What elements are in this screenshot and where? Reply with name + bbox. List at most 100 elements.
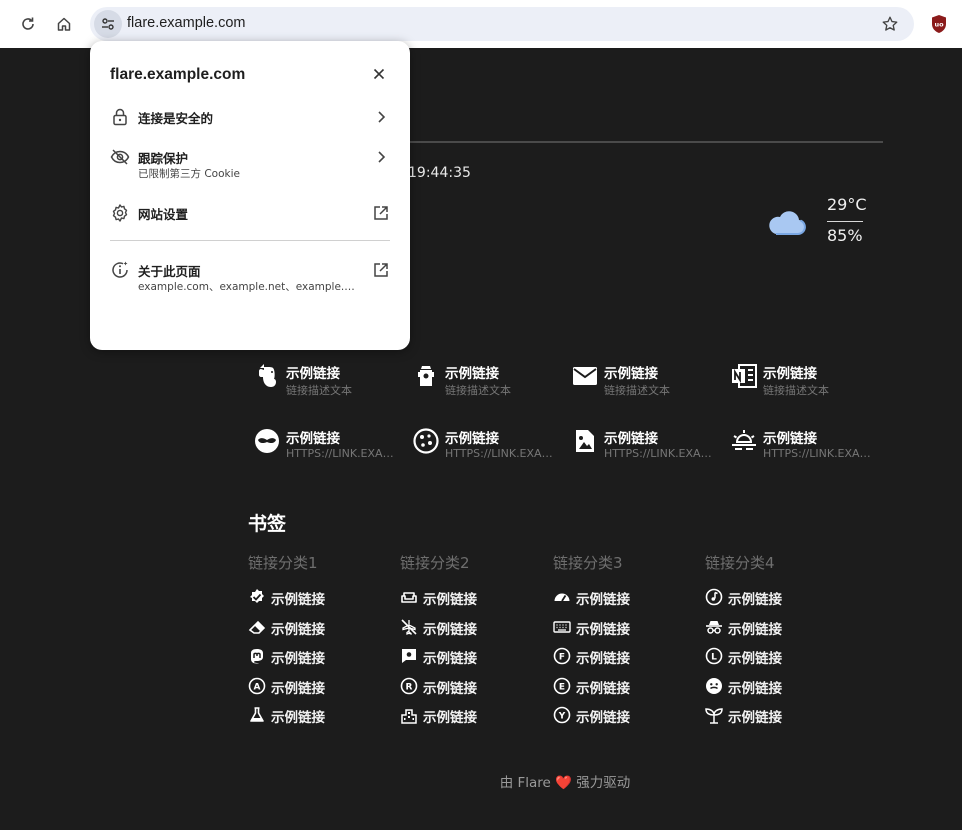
app-title: 示例链接	[604, 431, 658, 447]
mask-icon	[253, 427, 281, 455]
reload-icon[interactable]	[14, 10, 42, 38]
row-label: 跟踪保护	[138, 151, 189, 166]
close-icon[interactable]	[370, 65, 388, 83]
bookmark-label: 示例链接	[423, 651, 477, 667]
message-gear-icon	[402, 649, 416, 663]
bookmark-column: 链接分类4 示例链接 示例链接 L 示例链接 示例链接 示例链接	[705, 552, 855, 736]
bookmark-link[interactable]: 示例链接	[705, 706, 855, 736]
sofa-icon	[401, 592, 417, 603]
bookmark-category: 链接分类2	[400, 554, 470, 572]
bookmark-link[interactable]: Y 示例链接	[553, 706, 703, 736]
site-info-popup: flare.example.com 连接是安全的 跟踪保护 已限制第三方 Coo…	[90, 41, 410, 350]
bookmark-link[interactable]: F 示例链接	[553, 647, 703, 677]
bookmark-label: 示例链接	[728, 680, 782, 697]
fire-hydrant-icon	[412, 362, 440, 390]
heart-icon: ❤️	[555, 775, 572, 791]
site-info-icon[interactable]	[94, 10, 122, 38]
app-desc: HTTPS://LINK.EXAMPLE.COM	[604, 447, 719, 460]
cookie-icon	[412, 427, 440, 455]
gear-icon	[110, 203, 130, 223]
app-desc: HTTPS://LINK.EXAMPLE.COM	[445, 447, 560, 460]
app-link[interactable]: 示例链接 链接描述文本	[730, 360, 880, 400]
address-bar[interactable]: flare.example.com	[90, 7, 914, 41]
bookmark-link[interactable]: 示例链接	[400, 588, 550, 618]
bookmark-link[interactable]: A 示例链接	[248, 677, 398, 707]
app-desc: 链接描述文本	[445, 384, 511, 397]
about-page-row[interactable]: 关于此页面 example.com、example.net、example.or…	[110, 260, 392, 296]
bookmark-link[interactable]: 示例链接	[248, 647, 398, 677]
bookmark-label: 示例链接	[576, 680, 630, 697]
bookmark-link[interactable]: 示例链接	[248, 706, 398, 736]
open-external-icon	[372, 204, 390, 222]
row-label: 网站设置	[138, 207, 189, 222]
bookmark-label: 示例链接	[728, 621, 782, 638]
gauge-icon	[554, 593, 570, 602]
eye-off-icon	[110, 147, 130, 167]
music-note-icon	[705, 588, 723, 606]
bookmark-label: 示例链接	[271, 680, 325, 697]
bookmark-link[interactable]: 示例链接	[400, 647, 550, 677]
app-link[interactable]: 示例链接 链接描述文本	[571, 360, 721, 400]
bookmark-link[interactable]: R 示例链接	[400, 677, 550, 707]
bookmark-link[interactable]: 示例链接	[553, 618, 703, 648]
info-icon	[110, 260, 130, 280]
bookmark-label: 示例链接	[423, 592, 477, 608]
bookmark-category: 链接分类1	[248, 554, 318, 572]
site-settings-row[interactable]: 网站设置	[110, 203, 392, 225]
footer: 由 Flare ❤️ 强力驱动	[0, 771, 962, 791]
app-link[interactable]: 示例链接 链接描述文本	[253, 360, 403, 400]
svg-text:R: R	[406, 682, 413, 692]
bookmark-star-icon[interactable]	[878, 12, 902, 36]
popup-title: flare.example.com	[110, 66, 246, 83]
app-link[interactable]: 示例链接 HTTPS://LINK.EXAMPLE.COM	[412, 425, 562, 465]
bookmark-link[interactable]: 示例链接	[705, 618, 855, 648]
sprout-icon	[705, 708, 723, 724]
incognito-icon	[706, 620, 722, 634]
app-title: 示例链接	[763, 431, 817, 447]
bookmark-link[interactable]: 示例链接	[400, 618, 550, 648]
flask-icon	[250, 707, 264, 722]
keyboard-icon	[553, 620, 571, 633]
bookmark-label: 示例链接	[423, 621, 477, 638]
email-icon	[571, 362, 599, 390]
bookmark-link[interactable]: 示例链接	[248, 588, 398, 618]
app-link[interactable]: 示例链接 HTTPS://LINK.EXAMPLE.COM	[571, 425, 721, 465]
bookmarks-heading: 书签	[248, 513, 287, 535]
bookmark-link[interactable]: 示例链接	[553, 588, 703, 618]
app-link[interactable]: 示例链接 HTTPS://LINK.EXAMPLE.COM	[730, 425, 880, 465]
bookmark-label: 示例链接	[271, 621, 325, 638]
app-desc: 链接描述文本	[604, 384, 670, 397]
open-external-icon	[372, 261, 390, 279]
lock-icon	[110, 107, 130, 127]
row-label: 连接是安全的	[138, 111, 214, 126]
header-divider	[400, 141, 883, 143]
evernote-icon	[253, 362, 281, 390]
svg-text:F: F	[559, 653, 565, 663]
temperature: 29°C	[827, 195, 867, 214]
svg-text:uo: uo	[934, 21, 944, 29]
tracking-protection-row[interactable]: 跟踪保护 已限制第三方 Cookie	[110, 147, 392, 183]
verified-badge-icon	[250, 589, 264, 603]
bookmark-link[interactable]: 示例链接	[400, 706, 550, 736]
registered-icon: R	[400, 677, 418, 694]
app-link[interactable]: 示例链接 HTTPS://LINK.EXAMPLE.COM	[253, 425, 403, 465]
bookmark-link[interactable]: 示例链接	[705, 677, 855, 707]
bookmark-label: 示例链接	[423, 710, 477, 726]
app-link[interactable]: 示例链接 链接描述文本	[412, 360, 562, 400]
bookmark-link[interactable]: 示例链接	[705, 588, 855, 618]
url-text[interactable]: flare.example.com	[127, 15, 245, 31]
letter-l-circle-icon: L	[705, 647, 723, 665]
bookmark-link[interactable]: L 示例链接	[705, 647, 855, 677]
bookmark-label: 示例链接	[728, 592, 782, 608]
bookmark-link[interactable]: E 示例链接	[553, 677, 703, 707]
connection-secure-row[interactable]: 连接是安全的	[110, 107, 392, 129]
row-sublabel: example.com、example.net、example.org	[138, 281, 358, 293]
bookmark-label: 示例链接	[576, 651, 630, 667]
home-icon[interactable]	[50, 10, 78, 38]
bookmark-label: 示例链接	[576, 621, 630, 638]
bookmark-link[interactable]: 示例链接	[248, 618, 398, 648]
app-title: 示例链接	[286, 431, 340, 447]
bookmark-label: 示例链接	[271, 592, 325, 608]
ublock-extension-icon[interactable]: uo	[930, 14, 948, 34]
cloud-icon	[766, 204, 806, 238]
